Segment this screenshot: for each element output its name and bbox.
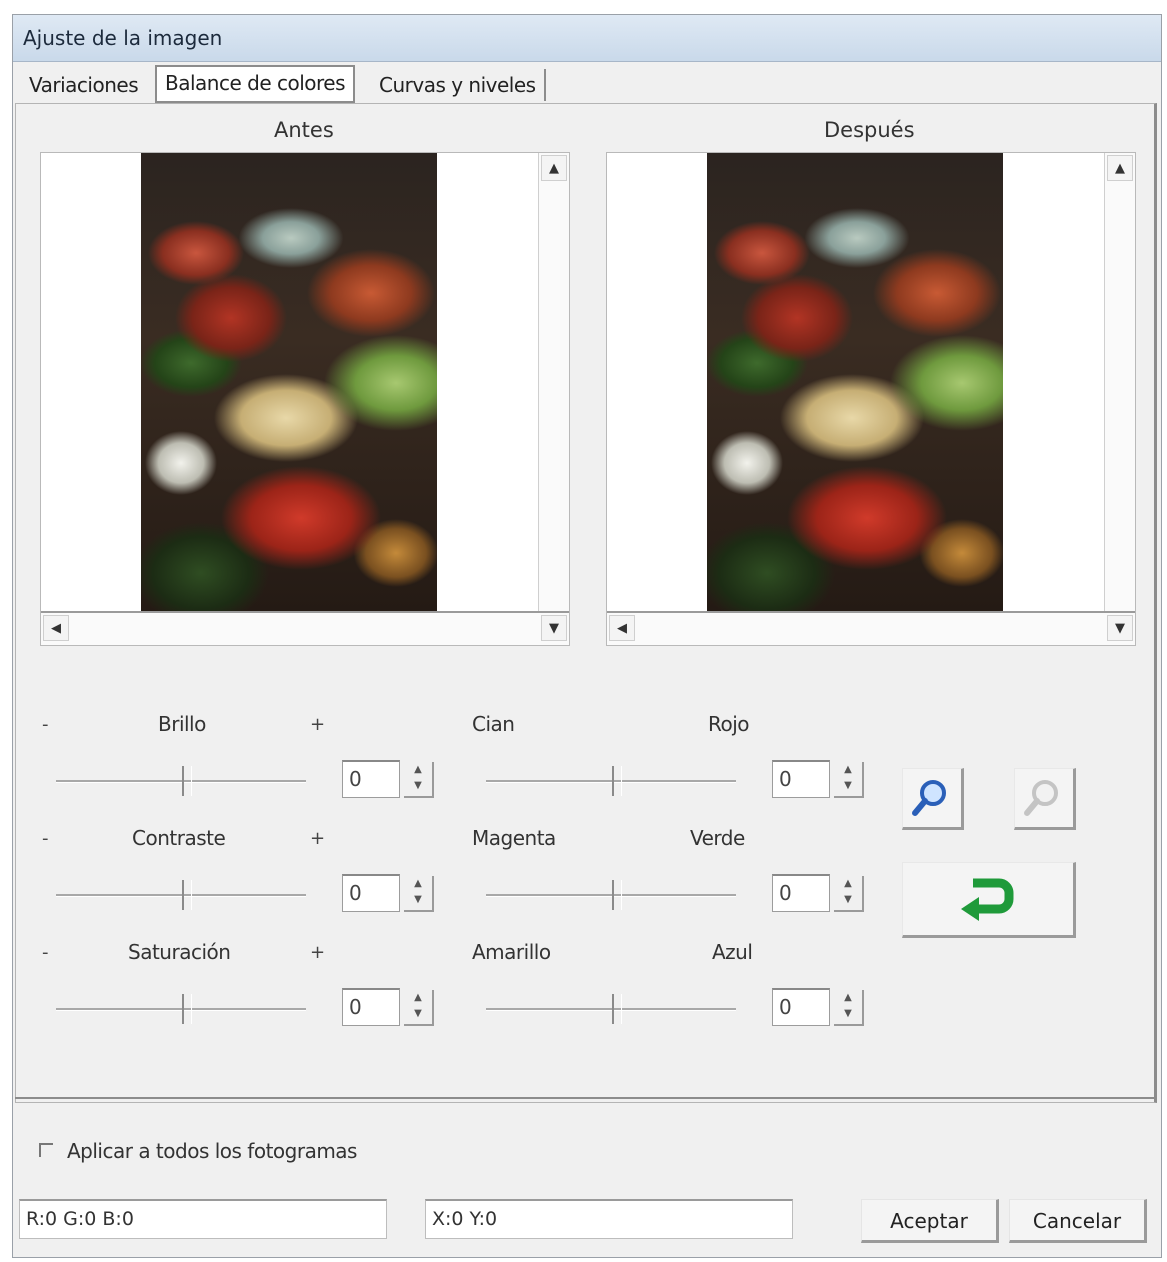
- reset-button[interactable]: [902, 862, 1076, 938]
- saturation-value[interactable]: 0: [342, 988, 400, 1026]
- undo-arrow-icon: [961, 878, 1014, 921]
- green-label: Verde: [690, 826, 745, 850]
- after-vertical-scrollbar[interactable]: ▲: [1104, 153, 1135, 613]
- scroll-up-icon[interactable]: ▲: [1107, 155, 1133, 181]
- tab-curvas-y-niveles[interactable]: Curvas y niveles: [371, 69, 546, 101]
- saturation-minus-label: -: [42, 942, 49, 963]
- red-label: Rojo: [708, 712, 750, 736]
- magenta-green-slider[interactable]: [486, 876, 736, 916]
- stepper-arrows[interactable]: ▲ ▼: [834, 762, 864, 798]
- tab-balance-de-colores[interactable]: Balance de colores: [155, 65, 356, 103]
- scroll-up-icon[interactable]: ▲: [541, 155, 567, 181]
- after-preview-pane: ▲ ◀ ▼: [606, 152, 1136, 646]
- brightness-stepper[interactable]: 0 ▲ ▼: [342, 760, 436, 800]
- yellow-blue-slider[interactable]: [486, 990, 736, 1030]
- blue-label: Azul: [712, 940, 753, 964]
- stepper-arrows[interactable]: ▲ ▼: [404, 990, 434, 1026]
- scroll-left-icon[interactable]: ◀: [43, 615, 69, 641]
- slider-thumb[interactable]: [182, 880, 192, 910]
- yellow-blue-value[interactable]: 0: [772, 988, 830, 1026]
- slider-track: [486, 780, 736, 783]
- apply-all-label: Aplicar a todos los fotogramas: [67, 1139, 357, 1163]
- tab-content: Antes ▲ ◀ ▼ Después ▲ ◀ ▼ - Brillo + 0 ▲…: [15, 103, 1157, 1103]
- yellow-label: Amarillo: [472, 940, 551, 964]
- before-horizontal-scrollbar[interactable]: ◀ ▼: [41, 611, 569, 645]
- after-image: [707, 153, 1003, 613]
- slider-track: [486, 894, 736, 897]
- contrast-value[interactable]: 0: [342, 874, 400, 912]
- slider-thumb[interactable]: [612, 766, 622, 796]
- scroll-left-icon[interactable]: ◀: [609, 615, 635, 641]
- stepper-arrows[interactable]: ▲ ▼: [834, 990, 864, 1026]
- spin-up-icon[interactable]: ▲: [834, 876, 862, 892]
- zoom-out-button[interactable]: [1014, 768, 1076, 830]
- magenta-green-stepper[interactable]: 0 ▲ ▼: [772, 874, 866, 914]
- magenta-green-value[interactable]: 0: [772, 874, 830, 912]
- spin-down-icon[interactable]: ▼: [834, 1006, 862, 1022]
- magnifier-disabled-icon: [1024, 780, 1058, 816]
- cyan-red-stepper[interactable]: 0 ▲ ▼: [772, 760, 866, 800]
- magenta-label: Magenta: [472, 826, 556, 850]
- contrast-plus-label: +: [310, 828, 326, 849]
- slider-thumb[interactable]: [182, 766, 192, 796]
- image-adjust-dialog: Ajuste de la imagen Variaciones Balance …: [12, 14, 1162, 1258]
- slider-track: [56, 1008, 306, 1011]
- spin-down-icon[interactable]: ▼: [404, 892, 432, 908]
- rgb-readout: R:0 G:0 B:0: [19, 1199, 387, 1239]
- cyan-label: Cian: [472, 712, 515, 736]
- after-horizontal-scrollbar[interactable]: ◀ ▼: [607, 611, 1135, 645]
- saturation-label: Saturación: [128, 940, 231, 964]
- after-label: Después: [824, 118, 915, 142]
- stepper-arrows[interactable]: ▲ ▼: [404, 876, 434, 912]
- spin-up-icon[interactable]: ▲: [834, 990, 862, 1006]
- brightness-slider[interactable]: [56, 762, 306, 802]
- cyan-red-value[interactable]: 0: [772, 760, 830, 798]
- accept-button[interactable]: Aceptar: [861, 1199, 999, 1243]
- divider: [15, 1097, 1155, 1099]
- slider-track: [56, 894, 306, 897]
- slider-thumb[interactable]: [612, 880, 622, 910]
- spin-up-icon[interactable]: ▲: [404, 876, 432, 892]
- spin-up-icon[interactable]: ▲: [404, 762, 432, 778]
- zoom-in-button[interactable]: [902, 768, 964, 830]
- xy-readout: X:0 Y:0: [425, 1199, 793, 1239]
- scroll-down-icon[interactable]: ▼: [541, 615, 567, 641]
- before-preview-pane: ▲ ◀ ▼: [40, 152, 570, 646]
- cancel-button[interactable]: Cancelar: [1009, 1199, 1147, 1243]
- cyan-red-slider[interactable]: [486, 762, 736, 802]
- contrast-minus-label: -: [42, 828, 49, 849]
- contrast-label: Contraste: [132, 826, 226, 850]
- yellow-blue-stepper[interactable]: 0 ▲ ▼: [772, 988, 866, 1028]
- brightness-value[interactable]: 0: [342, 760, 400, 798]
- slider-track: [56, 780, 306, 783]
- slider-thumb[interactable]: [612, 994, 622, 1024]
- saturation-plus-label: +: [310, 942, 326, 963]
- saturation-slider[interactable]: [56, 990, 306, 1030]
- slider-thumb[interactable]: [182, 994, 192, 1024]
- brightness-plus-label: +: [310, 714, 326, 735]
- before-vertical-scrollbar[interactable]: ▲: [538, 153, 569, 613]
- magnifier-icon: [912, 780, 946, 816]
- contrast-stepper[interactable]: 0 ▲ ▼: [342, 874, 436, 914]
- spin-down-icon[interactable]: ▼: [404, 778, 432, 794]
- slider-track: [486, 1008, 736, 1011]
- spin-up-icon[interactable]: ▲: [834, 762, 862, 778]
- spin-down-icon[interactable]: ▼: [834, 892, 862, 908]
- scroll-down-icon[interactable]: ▼: [1107, 615, 1133, 641]
- spin-up-icon[interactable]: ▲: [404, 990, 432, 1006]
- tab-variaciones[interactable]: Variaciones: [21, 69, 146, 101]
- apply-all-checkbox[interactable]: [39, 1143, 53, 1157]
- stepper-arrows[interactable]: ▲ ▼: [834, 876, 864, 912]
- window-title: Ajuste de la imagen: [23, 26, 223, 50]
- spin-down-icon[interactable]: ▼: [404, 1006, 432, 1022]
- spin-down-icon[interactable]: ▼: [834, 778, 862, 794]
- contrast-slider[interactable]: [56, 876, 306, 916]
- brightness-minus-label: -: [42, 714, 49, 735]
- stepper-arrows[interactable]: ▲ ▼: [404, 762, 434, 798]
- before-label: Antes: [274, 118, 334, 142]
- title-bar: Ajuste de la imagen: [13, 15, 1161, 62]
- before-image: [141, 153, 437, 613]
- brightness-label: Brillo: [158, 712, 206, 736]
- saturation-stepper[interactable]: 0 ▲ ▼: [342, 988, 436, 1028]
